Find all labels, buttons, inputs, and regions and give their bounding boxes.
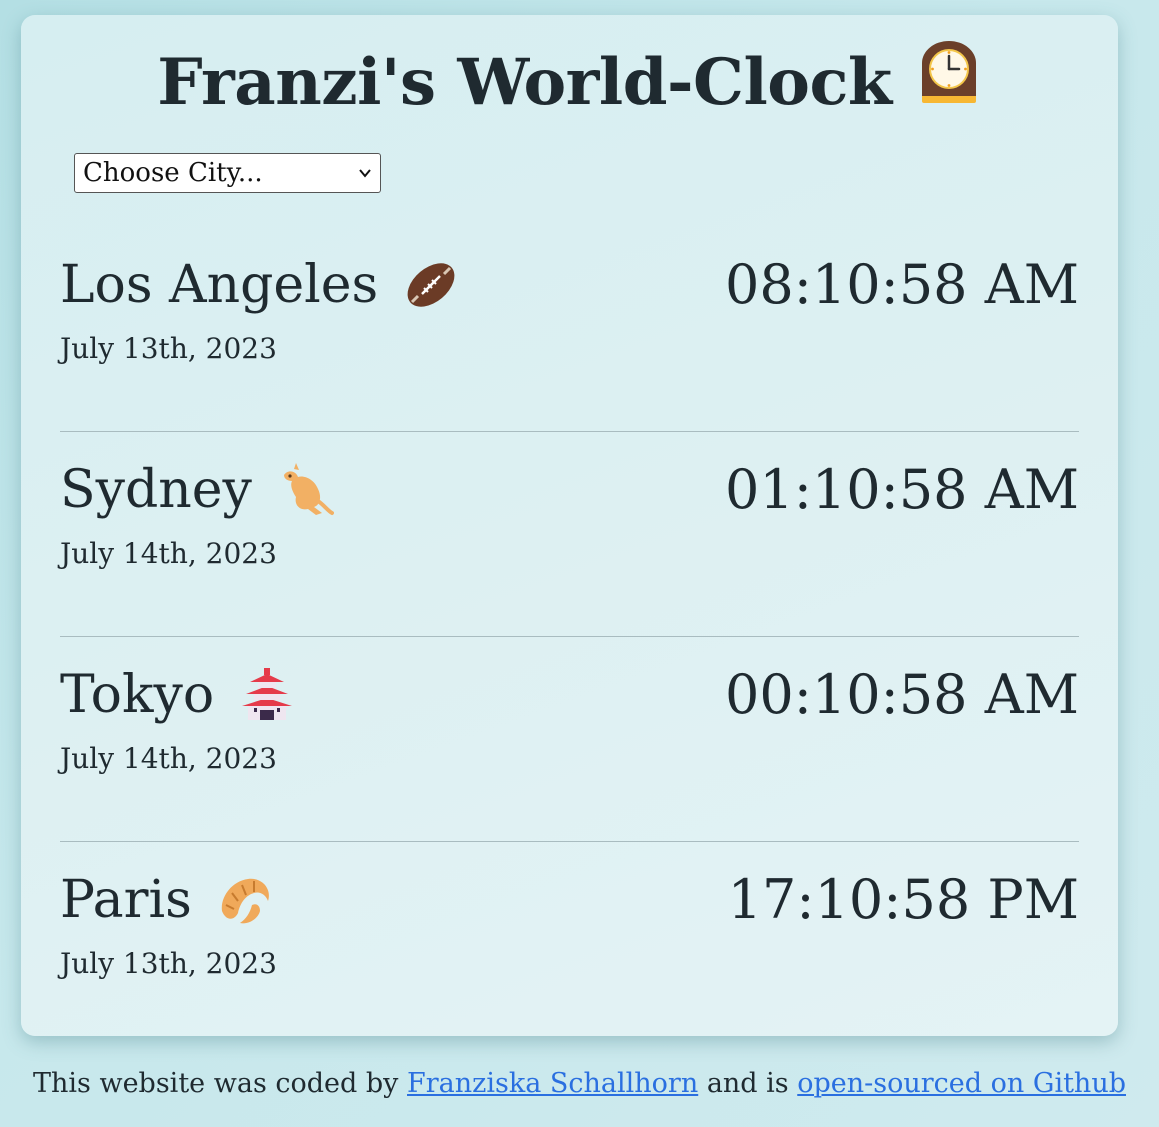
city-name: Sydney	[60, 454, 334, 526]
city-name-text: Tokyo	[60, 665, 215, 725]
city-row-sydney: Sydney July 14th, 2023 01:10:58 AM	[60, 454, 1079, 659]
kangaroo-icon	[276, 461, 334, 519]
divider	[60, 431, 1079, 432]
chevron-down-icon	[359, 169, 371, 178]
city-row-tokyo: Tokyo July 14th, 2023 00:10:58 AM	[60, 659, 1079, 864]
city-date: July 14th, 2023	[60, 537, 277, 570]
city-time: 17:10:58 PM	[727, 868, 1079, 931]
american-football-icon	[402, 256, 460, 314]
city-time: 00:10:58 AM	[725, 663, 1079, 726]
world-clock-card: Franzi's World-Clock Choose City... Los …	[21, 15, 1118, 1036]
divider	[60, 636, 1079, 637]
mantelpiece-clock-icon	[916, 39, 982, 124]
city-name: Tokyo	[60, 659, 296, 731]
divider	[60, 841, 1079, 842]
footer-middle: and is	[706, 1068, 789, 1099]
city-name-text: Los Angeles	[60, 255, 379, 315]
croissant-icon	[216, 871, 274, 929]
city-select[interactable]: Choose City...	[74, 153, 381, 193]
city-name: Los Angeles	[60, 249, 460, 321]
page-title: Franzi's World-Clock	[21, 41, 1118, 130]
author-link[interactable]: Franziska Schallhorn	[407, 1068, 698, 1099]
city-date: July 13th, 2023	[60, 947, 277, 980]
japanese-castle-icon	[238, 666, 296, 724]
city-select-value: Choose City...	[83, 158, 263, 188]
city-row-paris: Paris July 13th, 2023 17:10:58 PM	[60, 864, 1079, 1069]
city-name-text: Paris	[60, 870, 192, 930]
city-time: 01:10:58 AM	[725, 458, 1079, 521]
city-date: July 13th, 2023	[60, 332, 277, 365]
footer: This website was coded by Franziska Scha…	[0, 1064, 1159, 1104]
page-title-text: Franzi's World-Clock	[157, 45, 892, 120]
city-date: July 14th, 2023	[60, 742, 277, 775]
footer-prefix: This website was coded by	[32, 1068, 399, 1099]
github-repo-link[interactable]: open-sourced on Github	[797, 1068, 1126, 1099]
city-time: 08:10:58 AM	[725, 253, 1079, 316]
city-row-los-angeles: Los Angeles July 13th, 2023 08:10:58 AM	[60, 249, 1079, 454]
city-name-text: Sydney	[60, 460, 252, 520]
city-name: Paris	[60, 864, 274, 936]
